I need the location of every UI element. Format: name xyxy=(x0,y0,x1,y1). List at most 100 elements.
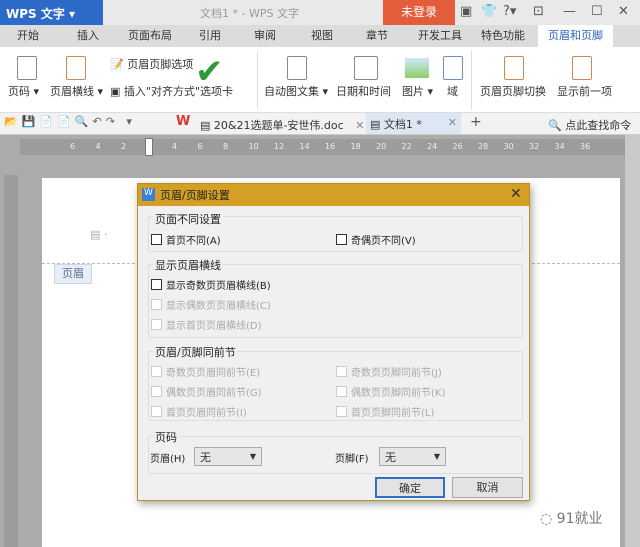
login-button[interactable]: 未登录 xyxy=(383,0,455,25)
header-page-num-label: 页眉(H) xyxy=(150,454,186,465)
ruler-tick-label: 16 xyxy=(325,142,336,151)
tab-header-footer[interactable]: 页眉和页脚 xyxy=(538,25,613,47)
ruler-tick-label: 22 xyxy=(401,142,412,151)
cancel-button[interactable]: 取消 xyxy=(452,477,523,498)
even-header-line-checkbox: 显示偶数页页眉横线(C) xyxy=(151,297,271,312)
even-footer-link-checkbox: 偶数页页脚同前节(K) xyxy=(336,384,445,399)
ruler-tick-label: 6 xyxy=(70,142,76,151)
first-header-line-checkbox: 显示首页页眉横线(D) xyxy=(151,317,262,332)
hf-switch-button[interactable]: 页眉页脚切换 xyxy=(480,83,546,99)
picture-button[interactable]: 图片 ▾ xyxy=(402,83,433,99)
tab-features[interactable]: 特色功能 xyxy=(473,25,533,47)
close-icon[interactable]: ✕ xyxy=(618,4,629,19)
page-number-icon xyxy=(17,56,37,80)
quick-access-icons[interactable]: 📂💾📄📄🔍↶↷ ▾ xyxy=(4,115,136,128)
checkmark-icon: ✔ xyxy=(195,52,224,92)
footer-page-num-select[interactable]: 无 ▼ xyxy=(379,447,446,466)
tab-page-layout[interactable]: 页面布局 xyxy=(120,25,180,47)
close-tab-icon[interactable]: ✕ xyxy=(355,119,364,132)
ruler-tick-label: 26 xyxy=(452,142,463,151)
skin-icon[interactable]: ▣ xyxy=(460,4,472,19)
ruler-tick-label: 28 xyxy=(478,142,489,151)
ruler-tick-label: 6 xyxy=(197,142,203,151)
shirt-icon[interactable]: 👕 xyxy=(481,4,497,19)
horizontal-ruler[interactable]: 64224681012141618202224262830323436 xyxy=(20,139,625,155)
hf-switch-icon xyxy=(504,56,524,80)
new-tab-icon[interactable]: + xyxy=(470,114,482,130)
show-prev-icon xyxy=(572,56,592,80)
ruler-tick-label: 2 xyxy=(121,142,127,151)
ruler-tick-label: 32 xyxy=(529,142,540,151)
autotext-button[interactable]: 自动图文集 ▾ xyxy=(264,83,328,99)
group-label: 页面不同设置 xyxy=(153,211,223,227)
maximize-icon[interactable]: ☐ xyxy=(591,4,603,19)
footer-page-num-label: 页脚(F) xyxy=(335,454,369,465)
header-footer-dialog: 页眉/页脚设置 W ✕ 页面不同设置 首页不同(A) 奇偶页不同(V) 显示页眉… xyxy=(137,183,530,501)
ruler-tick-label: 30 xyxy=(503,142,514,151)
ruler-tick-label: 18 xyxy=(350,142,361,151)
tab-chapter[interactable]: 章节 xyxy=(357,25,397,47)
ruler-tick-label: 24 xyxy=(427,142,438,151)
doc-tab-1[interactable]: ▤ 20&21选题单-安世伟.doc ✕ xyxy=(200,117,364,133)
close-tab-icon[interactable]: ✕ xyxy=(448,116,457,129)
ruler-tick-label: 10 xyxy=(248,142,259,151)
header-line-icon xyxy=(66,56,86,80)
tab-review[interactable]: 审阅 xyxy=(245,25,285,47)
ok-button[interactable]: 确定 xyxy=(375,477,445,498)
tab-view[interactable]: 视图 xyxy=(302,25,342,47)
odd-footer-link-checkbox: 奇数页页脚同前节(J) xyxy=(336,364,442,379)
close-icon[interactable]: ✕ xyxy=(510,186,522,202)
header-line-button[interactable]: 页眉横线 ▾ xyxy=(50,83,103,99)
ruler-tick-label: 20 xyxy=(376,142,387,151)
hf-options-button[interactable]: 📝 页眉页脚选项 xyxy=(110,56,193,72)
indent-marker[interactable] xyxy=(145,138,153,156)
header-tag: 页眉 xyxy=(54,264,92,284)
group-label: 页码 xyxy=(153,429,179,445)
dialog-title: 页眉/页脚设置 xyxy=(138,184,529,206)
divider xyxy=(257,51,258,109)
app-logo: WPS 文字 xyxy=(6,7,65,21)
show-prev-button[interactable]: 显示前一项 xyxy=(557,83,612,99)
tab-insert[interactable]: 插入 xyxy=(68,25,108,47)
vertical-ruler[interactable] xyxy=(4,175,18,547)
field-icon xyxy=(443,56,463,80)
first-header-link-checkbox: 首页页眉同前节(I) xyxy=(151,404,247,419)
datetime-button[interactable]: 日期和时间 xyxy=(336,83,391,99)
ruler-tick-label: 14 xyxy=(299,142,310,151)
header-page-num-select[interactable]: 无 ▼ xyxy=(194,447,262,466)
odd-header-line-checkbox[interactable]: 显示奇数页页眉横线(B) xyxy=(151,277,271,292)
divider xyxy=(471,51,472,109)
odd-even-diff-checkbox[interactable]: 奇偶页不同(V) xyxy=(336,232,416,247)
command-search[interactable]: 🔍 点此查找命令 xyxy=(548,117,631,133)
first-footer-link-checkbox: 首页页脚同前节(L) xyxy=(336,404,434,419)
first-page-diff-checkbox[interactable]: 首页不同(A) xyxy=(151,232,221,247)
field-button[interactable]: 域 xyxy=(447,83,458,99)
ruler-tick-label: 4 xyxy=(172,142,178,151)
page-number-button[interactable]: 页码 ▾ xyxy=(8,83,39,99)
doc-tab-2[interactable]: ▤ 文档1 * ✕ xyxy=(366,113,461,134)
autotext-icon xyxy=(287,56,307,80)
help-icon[interactable]: ?▾ xyxy=(503,4,516,19)
ribbon xyxy=(0,47,640,113)
tab-developer[interactable]: 开发工具 xyxy=(410,25,470,47)
group-label: 页眉/页脚同前节 xyxy=(153,344,238,360)
app-menu-button[interactable]: WPS 文字 ▾ xyxy=(0,0,103,25)
tab-start[interactable]: 开始 xyxy=(8,25,48,47)
tab-references[interactable]: 引用 xyxy=(190,25,230,47)
restore-ribbon-icon[interactable]: ⊡ xyxy=(533,4,544,19)
ruler-tick-label: 36 xyxy=(580,142,591,151)
ruler-tick-label: 12 xyxy=(274,142,285,151)
wps-icon: W xyxy=(142,188,155,201)
even-header-link-checkbox: 偶数页页眉同前节(G) xyxy=(151,384,262,399)
minimize-icon[interactable]: — xyxy=(563,4,576,19)
doc-options-icon[interactable]: ▤ · xyxy=(90,228,107,241)
wps-icon: W xyxy=(176,114,191,129)
watermark: ◌ 91就业 xyxy=(540,511,603,527)
window-title: 文档1 * - WPS 文字 xyxy=(200,7,299,20)
ruler-tick-label: 8 xyxy=(223,142,229,151)
calendar-icon xyxy=(354,56,378,80)
vertical-scrollbar[interactable] xyxy=(625,135,640,547)
odd-header-link-checkbox: 奇数页页眉同前节(E) xyxy=(151,364,260,379)
group-label: 显示页眉横线 xyxy=(153,257,223,273)
picture-icon xyxy=(405,58,429,78)
